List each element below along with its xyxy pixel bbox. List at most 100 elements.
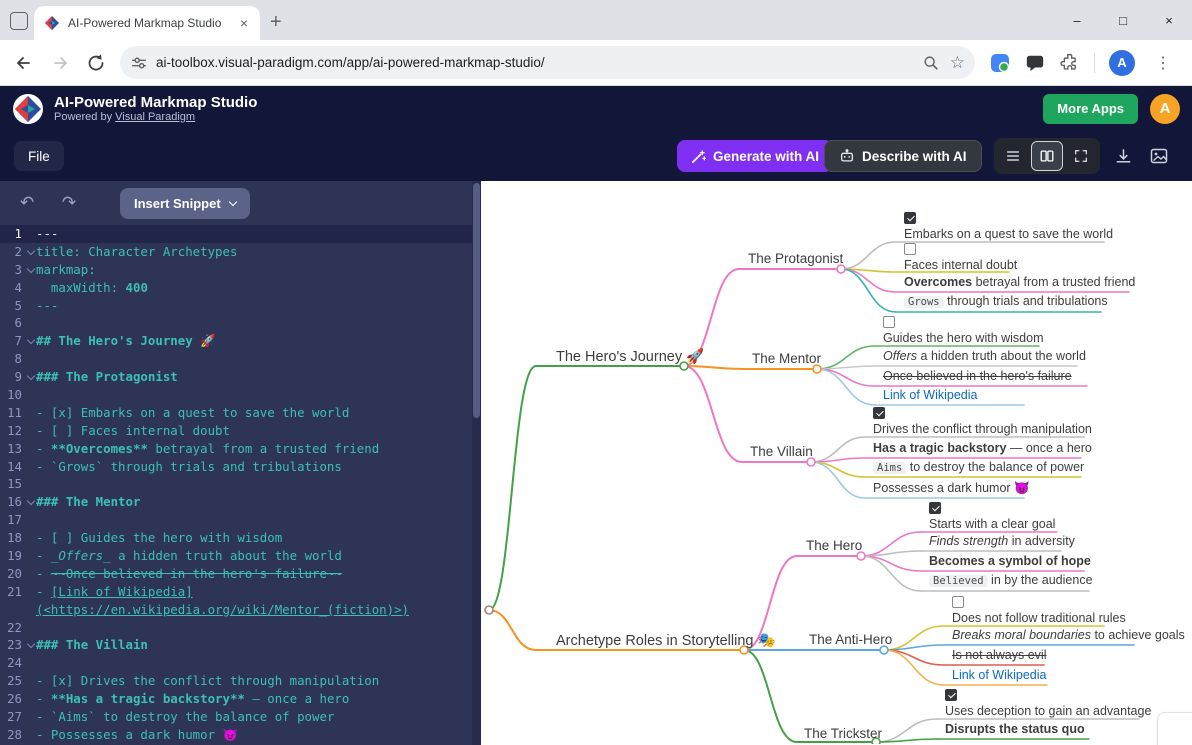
checkbox-unchecked-icon[interactable] xyxy=(904,243,916,255)
browser-profile-avatar[interactable]: A xyxy=(1109,50,1135,76)
editor-line[interactable]: 2title: Character Archetypes xyxy=(0,243,472,261)
map-leaf[interactable]: Offers a hidden truth about the world xyxy=(883,349,1086,363)
map-node-hero[interactable]: The Hero xyxy=(806,538,862,553)
editor-line[interactable]: 16### The Mentor xyxy=(0,493,472,511)
map-leaf[interactable]: Faces internal doubt xyxy=(904,243,1017,272)
zoom-icon[interactable] xyxy=(922,54,940,72)
map-leaf[interactable]: Starts with a clear goal xyxy=(929,502,1055,531)
checkbox-checked-icon[interactable] xyxy=(929,502,941,514)
map-node-villain[interactable]: The Villain xyxy=(750,444,813,459)
insert-snippet-button[interactable]: Insert Snippet xyxy=(120,188,250,219)
outline-view-button[interactable] xyxy=(997,141,1029,171)
editor-lines[interactable]: 1---2title: Character Archetypes3markmap… xyxy=(0,225,472,745)
editor-line[interactable]: 24 xyxy=(0,654,472,672)
map-leaf[interactable]: Aims to destroy the balance of power xyxy=(873,460,1084,474)
tab-close-icon[interactable]: × xyxy=(236,15,252,31)
new-tab-button[interactable]: + xyxy=(270,12,282,32)
more-apps-button[interactable]: More Apps xyxy=(1043,94,1138,124)
map-leaf[interactable]: Once believed in the hero's failure xyxy=(883,369,1072,383)
checkbox-unchecked-icon[interactable] xyxy=(883,316,895,328)
editor-line[interactable]: 15 xyxy=(0,475,472,493)
editor-line[interactable]: (<https://en.wikipedia.org/wiki/Mentor_(… xyxy=(0,601,472,619)
redo-button[interactable]: ↷ xyxy=(54,188,84,218)
editor-line[interactable]: 5--- xyxy=(0,297,472,315)
checkbox-checked-icon[interactable] xyxy=(873,407,885,419)
generate-with-ai-button[interactable]: Generate with AI xyxy=(677,140,833,172)
url-omnibox[interactable]: ai-toolbox.visual-paradigm.com/app/ai-po… xyxy=(120,46,975,79)
map-leaf[interactable]: Is not always evil xyxy=(952,648,1046,662)
export-image-button[interactable] xyxy=(1146,143,1172,169)
map-leaf[interactable]: Becomes a symbol of hope xyxy=(929,554,1091,568)
editor-line[interactable]: 19- _Offers_ a hidden truth about the wo… xyxy=(0,547,472,565)
editor-line[interactable]: 11- [x] Embarks on a quest to save the w… xyxy=(0,404,472,422)
browser-menu-kebab-icon[interactable]: ⋮ xyxy=(1149,53,1177,73)
mindmap-canvas[interactable]: The Hero's Journey 🚀 Archetype Roles in … xyxy=(481,181,1192,745)
extensions-puzzle-icon[interactable] xyxy=(1059,52,1080,73)
forward-button[interactable] xyxy=(48,51,72,75)
bookmark-star-icon[interactable]: ☆ xyxy=(950,53,965,73)
map-node-heros-journey[interactable]: The Hero's Journey 🚀 xyxy=(556,348,704,365)
map-leaf[interactable]: Overcomes betrayal from a trusted friend xyxy=(904,275,1135,289)
editor-line[interactable]: 28- Possesses a dark humor 😈 xyxy=(0,726,472,744)
editor-line[interactable]: 17 xyxy=(0,511,472,529)
editor-line[interactable]: 7## The Hero's Journey 🚀 xyxy=(0,332,472,350)
minimize-button[interactable]: – xyxy=(1054,13,1100,28)
editor-line[interactable]: 13- **Overcomes** betrayal from a truste… xyxy=(0,440,472,458)
editor-line[interactable]: 1--- xyxy=(0,225,472,243)
editor-line[interactable]: 4 maxWidth: 400 xyxy=(0,279,472,297)
editor-line[interactable]: 18- [ ] Guides the hero with wisdom xyxy=(0,529,472,547)
map-node-anti-hero[interactable]: The Anti-Hero xyxy=(809,632,892,647)
editor-line[interactable]: 12- [ ] Faces internal doubt xyxy=(0,422,472,440)
map-leaf[interactable]: Drives the conflict through manipulation xyxy=(873,407,1092,436)
map-leaf[interactable]: Believed in by the audience xyxy=(929,573,1093,587)
map-leaf[interactable]: Disrupts the status quo xyxy=(945,722,1085,736)
split-view-button[interactable] xyxy=(1031,141,1063,171)
map-leaf[interactable]: Possesses a dark humor 😈 xyxy=(873,481,1030,496)
editor-scrollbar[interactable] xyxy=(472,181,481,745)
checkbox-checked-icon[interactable] xyxy=(945,689,957,701)
editor-line[interactable]: 26- **Has a tragic backstory** — once a … xyxy=(0,690,472,708)
wikipedia-link[interactable]: Link of Wikipedia xyxy=(952,668,1047,682)
map-leaf[interactable]: Guides the hero with wisdom xyxy=(883,316,1044,345)
browser-tab[interactable]: AI-Powered Markmap Studio × xyxy=(34,6,260,40)
visual-paradigm-link[interactable]: Visual Paradigm xyxy=(115,111,195,123)
map-node-mentor[interactable]: The Mentor xyxy=(752,351,821,366)
undo-button[interactable]: ↶ xyxy=(12,188,42,218)
reload-button[interactable] xyxy=(84,51,108,75)
editor-line[interactable]: 23### The Villain xyxy=(0,636,472,654)
file-menu-button[interactable]: File xyxy=(14,141,64,171)
map-leaf-link[interactable]: Link of Wikipedia xyxy=(952,668,1047,682)
editor-line[interactable]: 6 xyxy=(0,314,472,332)
download-button[interactable] xyxy=(1110,143,1136,169)
map-leaf[interactable]: Uses deception to gain an advantage xyxy=(945,689,1151,718)
fullscreen-view-button[interactable] xyxy=(1065,141,1097,171)
map-node-trickster[interactable]: The Trickster xyxy=(804,726,882,741)
chat-extension-icon[interactable] xyxy=(1025,53,1045,73)
editor-line[interactable]: 22 xyxy=(0,619,472,637)
editor-line[interactable]: 10 xyxy=(0,386,472,404)
url-text[interactable]: ai-toolbox.visual-paradigm.com/app/ai-po… xyxy=(156,55,912,70)
map-node-archetype-roles[interactable]: Archetype Roles in Storytelling 🎭 xyxy=(556,632,776,649)
describe-with-ai-button[interactable]: Describe with AI xyxy=(824,140,982,172)
close-window-button[interactable]: × xyxy=(1146,13,1192,28)
maximize-button[interactable]: □ xyxy=(1100,13,1146,28)
map-leaf[interactable]: Does not follow traditional rules xyxy=(952,596,1126,625)
wikipedia-link[interactable]: Link of Wikipedia xyxy=(883,388,978,402)
user-avatar[interactable]: A xyxy=(1150,94,1180,124)
editor-line[interactable]: 25- [x] Drives the conflict through mani… xyxy=(0,672,472,690)
map-leaf[interactable]: Embarks on a quest to save the world xyxy=(904,212,1113,241)
editor-line[interactable]: 21- [Link of Wikipedia] xyxy=(0,583,472,601)
checkbox-checked-icon[interactable] xyxy=(904,212,916,224)
back-button[interactable] xyxy=(12,51,36,75)
map-node-protagonist[interactable]: The Protagonist xyxy=(748,251,843,266)
map-leaf[interactable]: Finds strength in adversity xyxy=(929,534,1075,548)
editor-line[interactable]: 14- `Grows` through trials and tribulati… xyxy=(0,458,472,476)
editor-line[interactable]: 9### The Protagonist xyxy=(0,368,472,386)
map-leaf[interactable]: Breaks moral boundaries to achieve goals xyxy=(952,628,1185,642)
map-leaf[interactable]: Has a tragic backstory — once a hero xyxy=(873,441,1092,455)
editor-line[interactable]: 3markmap: xyxy=(0,261,472,279)
map-leaf[interactable]: Grows through trials and tribulations xyxy=(904,294,1108,308)
map-toolbar[interactable] xyxy=(1157,712,1192,745)
editor-scrollbar-thumb[interactable] xyxy=(473,183,480,418)
editor-line[interactable]: 8 xyxy=(0,350,472,368)
